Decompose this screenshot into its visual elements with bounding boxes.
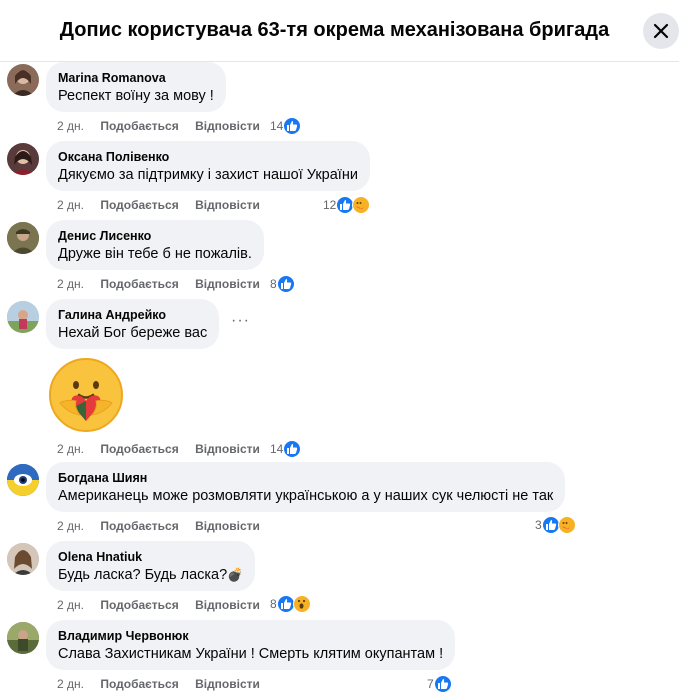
more-options-button[interactable]: ···: [231, 312, 250, 330]
comment-bubble: Marina Romanova Респект воїну за мову !: [46, 62, 226, 112]
reaction-count: 8: [270, 277, 277, 291]
avatar[interactable]: [7, 64, 39, 96]
reply-link[interactable]: Відповісти: [195, 442, 260, 456]
comment-time[interactable]: 2 дн.: [57, 277, 84, 291]
comment-actions: 2 дн. Подобається Відповісти: [57, 598, 273, 614]
reaction-count: 3: [535, 518, 542, 532]
comment-bubble: Оксана Полівенко Дякуємо за підтримку і …: [46, 141, 370, 191]
like-link[interactable]: Подобається: [100, 598, 178, 612]
like-reaction-icon: [283, 117, 302, 135]
reply-link[interactable]: Відповісти: [195, 677, 260, 691]
comment-author[interactable]: Богдана Шиян: [58, 470, 553, 486]
bomb-emoji: 💣: [227, 568, 244, 583]
like-reaction-icon: [276, 595, 295, 613]
comment-text: Слава Захистникам України ! Смерть кляти…: [58, 646, 444, 662]
comment-time[interactable]: 2 дн.: [57, 198, 84, 212]
like-link[interactable]: Подобається: [100, 277, 178, 291]
reaction-count: 7: [427, 677, 434, 691]
comment-bubble: Денис Лисенко Друже він тебе б не пожалі…: [46, 220, 264, 270]
comment-bubble: Галина Андрейко Нехай Бог береже вас: [46, 299, 220, 349]
comment-time[interactable]: 2 дн.: [57, 598, 84, 612]
reaction-summary[interactable]: 8: [270, 274, 295, 294]
reply-link[interactable]: Відповісти: [195, 119, 260, 133]
dialog-header: Допис користувача 63-тя окрема механізов…: [0, 0, 679, 62]
comment-time[interactable]: 2 дн.: [57, 119, 84, 133]
comment-text: Нехай Бог береже вас: [58, 325, 208, 341]
comment-author[interactable]: Денис Лисенко: [58, 228, 252, 244]
comment-text: Дякуємо за підтримку і захист нашої Укра…: [58, 167, 358, 183]
comment-author[interactable]: Olena Hnatiuk: [58, 549, 243, 565]
like-link[interactable]: Подобається: [100, 677, 178, 691]
like-link[interactable]: Подобається: [100, 198, 178, 212]
close-icon: [653, 23, 669, 39]
avatar[interactable]: [7, 622, 39, 654]
comment-actions: 2 дн. Подобається Відповісти: [57, 519, 273, 535]
care-reaction-icon: [352, 196, 371, 214]
comment-author[interactable]: Оксана Полівенко: [58, 149, 358, 165]
comment-actions: 2 дн. Подобається Відповісти: [57, 277, 273, 293]
reaction-count: 14: [270, 119, 284, 133]
close-button[interactable]: [643, 13, 679, 49]
reply-link[interactable]: Відповісти: [195, 198, 260, 212]
like-link[interactable]: Подобається: [100, 519, 178, 533]
comment-bubble: Богдана Шиян Американець може розмовляти…: [46, 462, 566, 512]
reaction-summary[interactable]: 3: [535, 515, 576, 535]
reaction-summary[interactable]: 14: [270, 439, 302, 459]
reaction-count: 8: [270, 597, 277, 611]
avatar[interactable]: [7, 543, 39, 575]
like-reaction-icon: [541, 516, 560, 534]
reaction-summary[interactable]: 12: [323, 195, 371, 215]
reply-link[interactable]: Відповісти: [195, 598, 260, 612]
comment-bubble: Владимир Червонюк Слава Захистникам Укра…: [46, 620, 456, 670]
comment-actions: 2 дн. Подобається Відповісти: [57, 198, 273, 214]
comment-actions: 2 дн. Подобається Відповісти: [57, 119, 273, 135]
care-sticker-icon: [46, 355, 126, 435]
avatar[interactable]: [7, 464, 39, 496]
comment-time[interactable]: 2 дн.: [57, 677, 84, 691]
comment-bubble: Olena Hnatiuk Будь ласка? Будь ласка?💣: [46, 541, 256, 591]
reaction-summary[interactable]: 7: [427, 674, 452, 694]
comment-text: Американець може розмовляти українською …: [58, 488, 554, 504]
comment-text: Респект воїну за мову !: [58, 88, 214, 104]
care-reaction-icon: [557, 516, 576, 534]
reaction-summary[interactable]: 14: [270, 116, 302, 136]
comment-actions: 2 дн. Подобається Відповісти: [57, 442, 273, 458]
reaction-count: 14: [270, 442, 284, 456]
comment-time[interactable]: 2 дн.: [57, 442, 84, 456]
reaction-count: 12: [323, 198, 337, 212]
comment-time[interactable]: 2 дн.: [57, 519, 84, 533]
comment-author[interactable]: Галина Андрейко: [58, 307, 207, 323]
dialog-title: Допис користувача 63-тя окрема механізов…: [59, 19, 610, 41]
comment-author[interactable]: Владимир Червонюк: [58, 628, 443, 644]
wow-reaction-icon: [292, 595, 311, 613]
avatar[interactable]: [7, 222, 39, 254]
like-reaction-icon: [283, 440, 302, 458]
like-link[interactable]: Подобається: [100, 442, 178, 456]
comment-actions: 2 дн. Подобається Відповісти: [57, 677, 273, 693]
comment-text: Будь ласка? Будь ласка?: [58, 567, 228, 583]
like-link[interactable]: Подобається: [100, 119, 178, 133]
reaction-summary[interactable]: 8: [270, 594, 311, 614]
reply-link[interactable]: Відповісти: [195, 519, 260, 533]
reply-link[interactable]: Відповісти: [195, 277, 260, 291]
avatar[interactable]: [7, 301, 39, 333]
like-reaction-icon: [276, 275, 295, 293]
comment-text: Друже він тебе б не пожалів.: [58, 246, 252, 262]
like-reaction-icon: [433, 675, 452, 693]
comment-text-row: Будь ласка? Будь ласка?💣: [58, 565, 243, 586]
avatar[interactable]: [7, 143, 39, 175]
comment-author[interactable]: Marina Romanova: [58, 70, 214, 86]
